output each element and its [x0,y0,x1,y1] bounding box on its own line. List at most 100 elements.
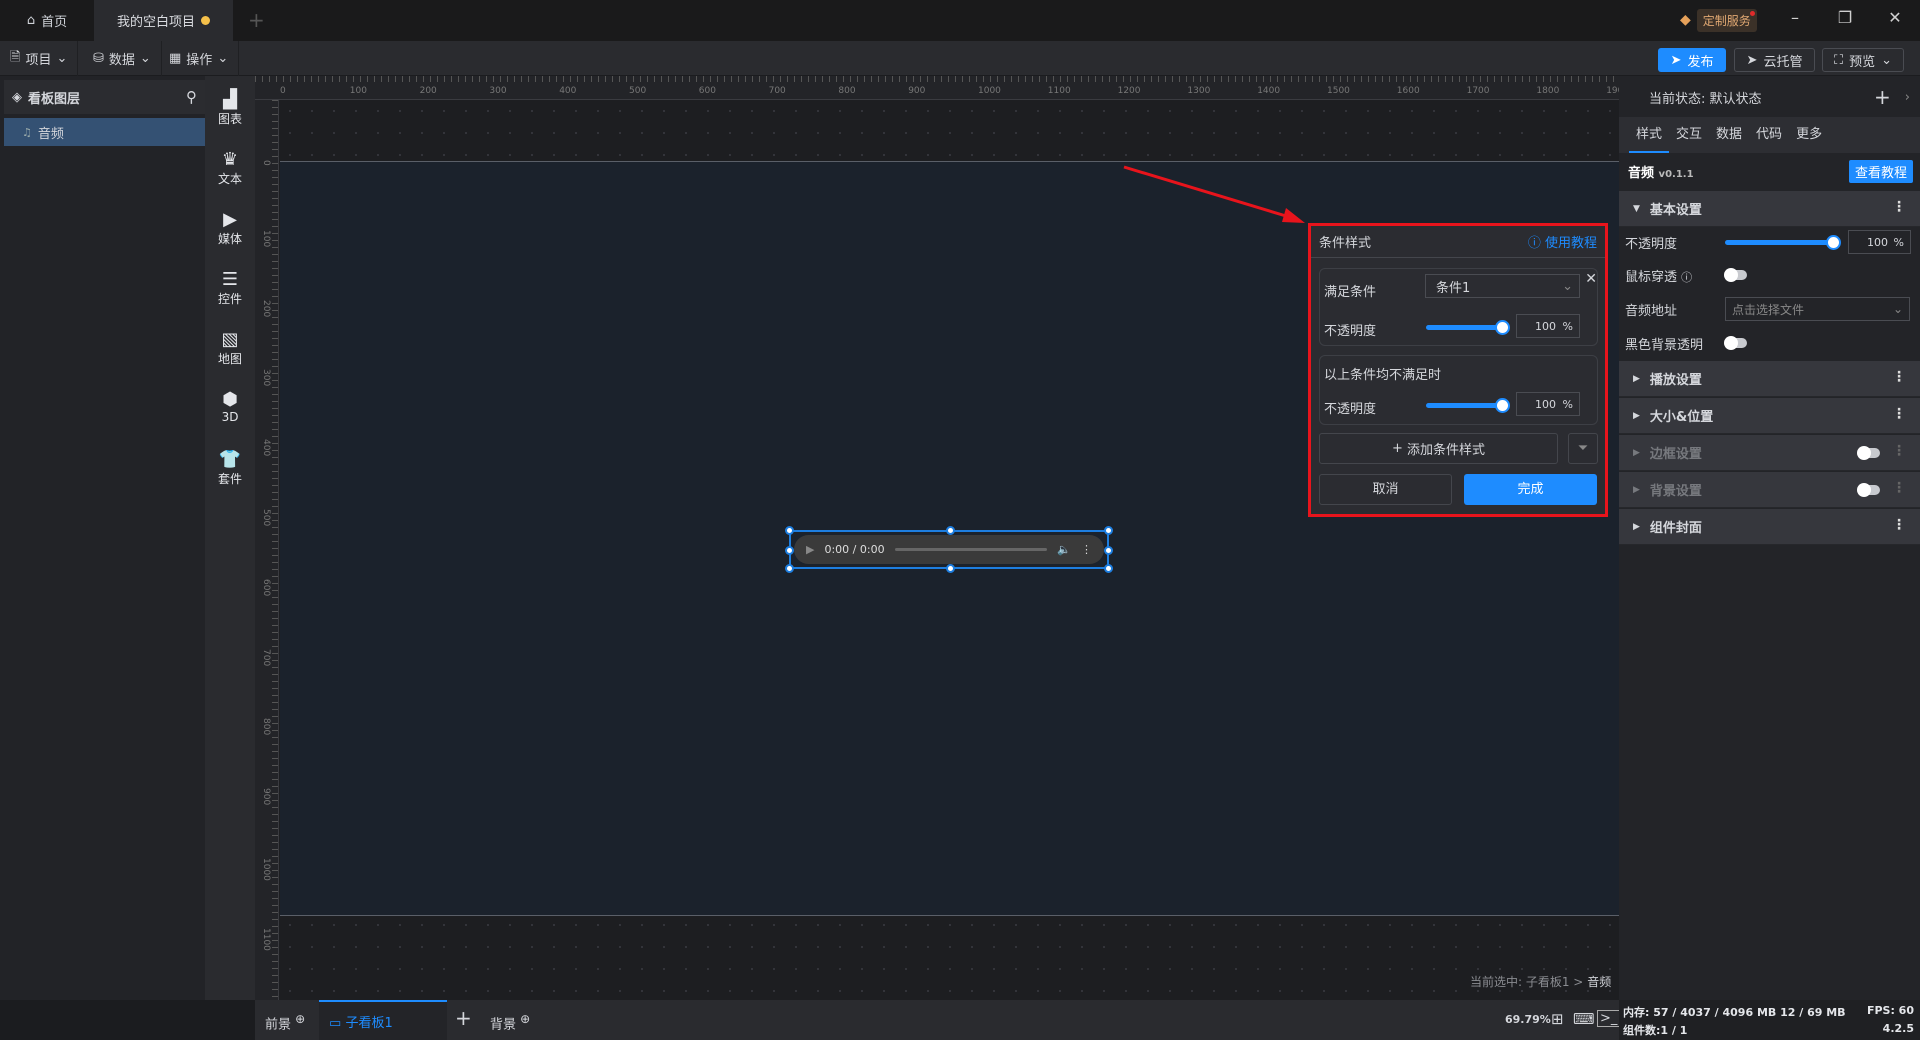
audio-progress[interactable] [894,548,1048,551]
preview-button[interactable]: ⛶ 预览 ⌄ [1822,48,1904,72]
new-tab-button[interactable]: + [248,8,265,32]
else-opacity-slider[interactable] [1426,398,1510,413]
tab-code[interactable]: 代码 [1749,117,1789,153]
foreground-tab[interactable]: 前景 ⊕ [265,1012,305,1032]
audio-widget[interactable]: ▶ 0:00 / 0:00 🔈 ⋮ [785,526,1113,573]
layers-icon: ◈ [12,89,22,105]
add-circle-icon[interactable]: ⊕ [520,1012,530,1026]
tab-interaction[interactable]: 交互 [1669,117,1709,153]
caret-right-icon: ▶ [1633,484,1640,495]
widget-chart[interactable]: ▟ 图表 [205,90,255,127]
horizontal-ruler[interactable]: 0 100 200 300 400 500 600 700 800 900 1000 1100 1200… [255,76,1629,100]
section-cover[interactable]: ▶ 组件封面 ⋮ [1619,509,1920,545]
widget-map[interactable]: ▧ 地图 [205,330,255,367]
audio-url-select[interactable]: 点击选择文件 ⌄ [1725,297,1910,321]
menu-data[interactable]: ⛁ 数据 ⌄ [83,41,162,76]
minimize-button[interactable]: – [1780,8,1810,27]
opacity-slider[interactable] [1725,234,1841,250]
fit-screen-icon[interactable]: ⊞ [1551,1010,1564,1028]
menu-operation[interactable]: ▦ 操作 ⌄ [159,41,240,76]
opacity-input[interactable]: 100% [1848,230,1911,254]
border-toggle[interactable] [1857,446,1880,460]
widget-kit[interactable]: 👕 套件 [205,450,255,487]
resize-handle[interactable] [1104,546,1113,555]
board-tab[interactable]: ▭ 子看板1 [319,1000,447,1040]
condition-opacity-slider[interactable] [1426,320,1510,335]
tab-project[interactable]: 我的空白项目 [94,0,233,41]
menu-project[interactable]: 🗎 项目 ⌄ [0,41,79,76]
resize-handle[interactable] [1104,526,1113,535]
search-icon[interactable]: ⚲ [186,88,197,106]
add-state-icon[interactable]: + [1874,85,1891,109]
condition-select[interactable]: 条件1 ⌄ [1425,274,1580,298]
condition-opacity-input[interactable]: 100% [1516,314,1580,338]
cancel-button[interactable]: 取消 [1319,474,1452,505]
resize-handle[interactable] [785,546,794,555]
section-title: 组件封面 [1649,521,1702,536]
custom-service-button[interactable]: ◆ 定制服务 [1680,8,1757,32]
kebab-icon[interactable]: ⋮ [1892,406,1906,422]
done-button[interactable]: 完成 [1464,474,1597,505]
slider-thumb[interactable] [1495,398,1510,413]
else-opacity-input[interactable]: 100% [1516,392,1580,416]
view-tutorial-button[interactable]: 查看教程 [1849,160,1914,183]
current-state[interactable]: 当前状态: 默认状态 [1649,88,1762,107]
filter-add-icon[interactable]: ⏷ [1568,433,1598,464]
chevron-down-icon: ⌄ [56,51,68,66]
more-icon[interactable]: ⋮ [1081,543,1092,556]
widget-3d[interactable]: ⬢ 3D [205,390,255,425]
tab-home[interactable]: ⌂ 首页 [0,0,94,41]
add-condition-button[interactable]: + 添加条件样式 [1319,433,1558,464]
tab-data[interactable]: 数据 [1709,117,1749,153]
restore-button[interactable]: ❐ [1830,8,1860,27]
ruler-tick-label: 1600 [1396,86,1420,96]
condition-card: 满足条件 条件1 ⌄ ✕ 不透明度 100% [1319,268,1598,346]
section-playback[interactable]: ▶ 播放设置 ⋮ [1619,361,1920,397]
cloud-button[interactable]: ➤ 云托管 [1734,48,1815,72]
resize-handle[interactable] [946,564,955,573]
layer-item[interactable]: ♫ 音频 [4,118,205,146]
chevron-right-icon[interactable]: › [1905,90,1910,105]
add-board-button[interactable]: + [455,1006,472,1030]
section-background[interactable]: ▶ 背景设置 ⋮ [1619,472,1920,508]
kebab-icon[interactable]: ⋮ [1892,517,1906,533]
resize-handle[interactable] [946,526,955,535]
section-border[interactable]: ▶ 边框设置 ⋮ [1619,435,1920,471]
add-circle-icon[interactable]: ⊕ [295,1012,305,1026]
zoom-level[interactable]: 69.79% [1505,1013,1551,1026]
help-icon[interactable]: ⓘ [1681,271,1692,284]
publish-button[interactable]: ➤ 发布 [1658,48,1726,72]
section-basic[interactable]: ▼ 基本设置 ⋮ [1619,191,1920,227]
volume-icon[interactable]: 🔈 [1057,543,1071,556]
tab-style[interactable]: 样式 [1629,117,1670,153]
widget-media[interactable]: ▶ 媒体 [205,210,255,247]
kebab-icon[interactable]: ⋮ [1892,480,1906,496]
resize-handle[interactable] [1104,564,1113,573]
widget-label: 地图 [217,352,242,366]
background-toggle[interactable] [1857,483,1880,497]
widget-control[interactable]: ☰ 控件 [205,270,255,307]
remove-condition-icon[interactable]: ✕ [1585,271,1597,287]
slider-thumb[interactable] [1495,320,1510,335]
play-icon[interactable]: ▶ [806,543,814,556]
ruler-tick-label: 600 [261,578,271,596]
kebab-icon[interactable]: ⋮ [1892,369,1906,385]
keyboard-icon[interactable]: ⌨ [1573,1010,1595,1028]
tab-more[interactable]: 更多 [1789,117,1829,153]
terminal-icon[interactable]: >_ [1597,1010,1621,1027]
background-tab[interactable]: 背景 ⊕ [490,1012,530,1032]
diamond-icon: ◆ [1680,12,1691,28]
black-transparent-toggle[interactable] [1724,336,1747,350]
resize-handle[interactable] [785,526,794,535]
slider-thumb[interactable] [1826,234,1841,250]
kebab-icon[interactable]: ⋮ [1892,199,1906,215]
close-button[interactable]: ✕ [1880,8,1910,27]
kebab-icon[interactable]: ⋮ [1892,443,1906,459]
mouse-through-toggle[interactable] [1724,268,1747,282]
resize-handle[interactable] [785,564,794,573]
chevron-down-icon: ⌄ [1881,52,1893,68]
section-size-position[interactable]: ▶ 大小&位置 ⋮ [1619,398,1920,434]
widget-text[interactable]: ♛ 文本 [205,150,255,187]
help-link[interactable]: ⓘ 使用教程 [1528,232,1597,251]
vertical-ruler[interactable]: 0 100 200 300 400 500 600 700 800 900 1000 1100 [255,100,279,1000]
